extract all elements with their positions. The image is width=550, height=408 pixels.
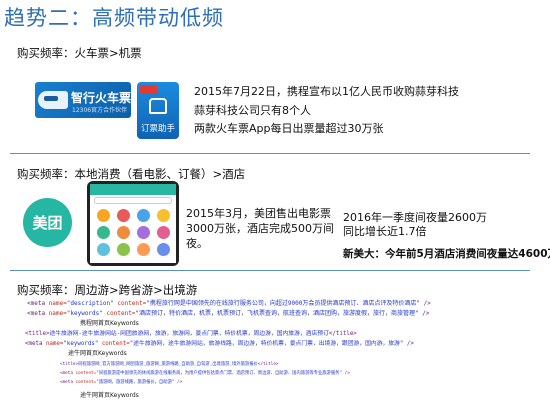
zhixing-app-logo: 智行火车票 12306官方合作伙伴: [35, 82, 131, 118]
section1-line-3: 两款火车票App每日出票量超过30万张: [194, 122, 384, 135]
section2-label: 购买频率：本地消费（看电影、订餐）>酒店: [17, 167, 246, 181]
ctrip-meta-description: <meta name="description" content="携程旅行网是…: [27, 300, 431, 307]
ctrip-meta-keywords: <meta name="keywords" content="酒店预订，特价酒店…: [27, 310, 430, 317]
divider: [10, 153, 530, 154]
section3-label: 购买频率：周边游>跨省游>出境游: [17, 283, 198, 297]
section2-left-line-2: 3000万张，酒店完成500万间: [186, 222, 334, 235]
section2-left-line-1: 2015年3月，美团售出电影票: [186, 207, 331, 220]
train-icon: [38, 91, 68, 109]
tuniu-keywords-caption: 途牛网首页Keywords: [68, 350, 127, 357]
search-icon: [94, 197, 172, 204]
ctrip-keywords-caption: 携程网首页Keywords: [80, 320, 139, 327]
phone-screenshot: [87, 181, 179, 266]
tongcheng-meta-keywords: <meta content="旅游网，旅游线路，旅游报价，自助游" />: [60, 380, 183, 385]
tuniu-meta-keywords: <meta name="keywords" content="途牛旅游网，途牛旅…: [25, 341, 414, 347]
section1-label: 购买频率：火车票>机票: [17, 46, 142, 60]
tongcheng-title-tag: <title>同程旅游网_官方旅游网_网团旅游_旅游网_旅游线路_自助游_自驾游…: [60, 362, 279, 367]
tongcheng-meta-description: <meta content="同程旅游是中国领先的休闲旅游在线服务商，为用户提供…: [60, 371, 350, 376]
dingpiao-app-name: 订票助手: [140, 124, 175, 134]
section2-right-line-2: 同比增长近1.7倍: [343, 225, 427, 238]
section2-left-line-3: 夜。: [186, 237, 208, 250]
section2-highlight: 新美大：今年前5月酒店消费间夜量达4600万: [343, 248, 550, 260]
zhixing-app-subtitle: 12306官方合作伙伴: [72, 107, 128, 114]
divider: [10, 270, 530, 271]
tongcheng-keywords-caption: 途牛网首页Keywords: [80, 392, 139, 399]
page-title: 趋势二：高频带动低频: [4, 6, 224, 30]
section1-line-1: 2015年7月22日，携程宣布以1亿人民币收购蒜芽科技: [194, 85, 459, 98]
train-icon: [149, 98, 167, 114]
dingpiao-app-logo: 订票助手: [137, 82, 179, 139]
tuniu-title-tag: <title>途牛旅游网-途牛旅游网站-网团旅游网，旅游，旅游网，景点门票，特价…: [25, 331, 357, 337]
section1-line-2: 蒜芽科技公司只有8个人: [194, 104, 311, 117]
meituan-logo-text: 美团: [32, 214, 63, 232]
zhixing-app-name: 智行火车票: [71, 91, 131, 105]
new-badge: [140, 85, 157, 94]
meituan-logo: 美团: [23, 198, 72, 247]
